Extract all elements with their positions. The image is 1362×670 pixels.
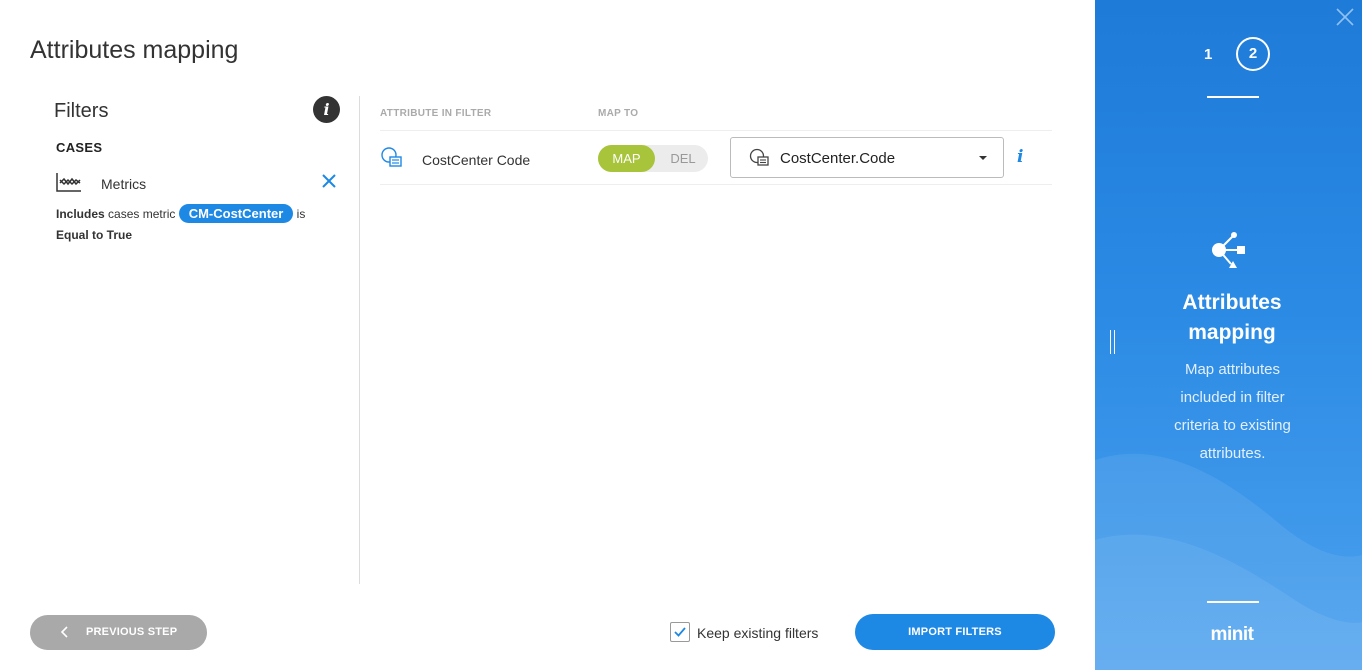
keep-existing-label: Keep existing filters [697,625,819,641]
keep-existing-checkbox[interactable] [670,622,690,642]
main-area: Attributes mapping Filters i CASES Metri… [0,0,1095,670]
attribute-icon [749,148,769,166]
step-indicator-line [1207,96,1259,98]
row-info-icon[interactable]: i [1017,147,1023,167]
side-panel-description: Map attributes included in filter criter… [1174,361,1291,462]
chevron-left-icon [60,626,68,638]
desc-suffix: is [293,207,306,221]
info-icon[interactable]: i [313,96,340,123]
step-2[interactable]: 2 [1236,37,1270,71]
filter-item-label: Metrics [101,176,147,192]
footer-divider-line [1207,601,1259,603]
vertical-divider [359,96,360,584]
filter-description: Includes cases metric CM-CostCenter is E… [56,204,326,246]
previous-step-button[interactable]: PREVIOUS STEP [30,615,207,650]
map-to-select[interactable]: CostCenter.Code [730,137,1004,178]
close-icon[interactable] [320,172,338,190]
attribute-icon [381,147,402,167]
metrics-chart-icon [56,173,81,192]
desc-includes: Includes [56,207,105,221]
share-mapping-icon [1212,232,1245,268]
desc-middle: cases metric [104,207,179,221]
metric-chip: CM-CostCenter [178,204,294,223]
filters-title: Filters [54,100,109,122]
map-option[interactable]: MAP [598,145,655,172]
column-header-attribute: ATTRIBUTE IN FILTER [380,108,492,119]
import-filters-button[interactable]: IMPORT FILTERS [855,614,1055,650]
side-title-line2: mapping [1188,321,1276,344]
page-title: Attributes mapping [30,36,239,64]
column-header-map-to: MAP TO [598,108,639,119]
del-option[interactable]: DEL [658,145,708,172]
minit-logo: minit [1210,624,1254,645]
selected-value: CostCenter.Code [780,150,896,167]
cases-section-label: CASES [56,140,103,155]
close-icon[interactable] [1335,7,1355,27]
side-panel: 1 2 Attributes mapping Map attributes in… [1095,0,1362,670]
filter-item-metrics: Metrics [56,172,340,194]
row-divider [380,184,1052,185]
step-1[interactable]: 1 [1204,46,1212,63]
resize-handle[interactable] [1110,330,1115,354]
chevron-down-icon [979,156,987,160]
side-panel-title: Attributes mapping [1095,288,1362,348]
side-title-line1: Attributes [1182,291,1282,314]
map-del-toggle[interactable]: MAP DEL [598,145,708,172]
previous-step-label: PREVIOUS STEP [86,626,178,638]
row-divider [380,130,1052,131]
attribute-name: CostCenter Code [422,152,531,168]
desc-condition: Equal to True [56,228,133,242]
check-icon [674,627,686,637]
